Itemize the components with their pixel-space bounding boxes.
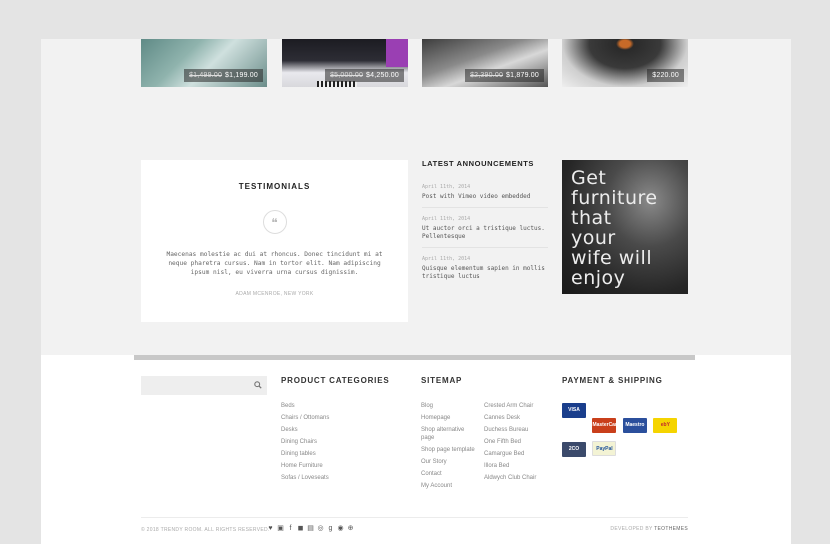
category-link[interactable]: Desks [281, 426, 329, 434]
payment-title: PAYMENT & SHIPPING [562, 376, 663, 385]
dribbble-icon[interactable]: ◎ [317, 525, 324, 533]
sitemap-link[interactable]: Crested Arm Chair [484, 402, 544, 410]
old-price: $1,499.00 [189, 72, 223, 79]
footer: PRODUCT CATEGORIES Beds Chairs / Ottoman… [41, 355, 791, 544]
current-price: $4,250.00 [366, 72, 399, 79]
google-plus-icon[interactable]: g [327, 525, 334, 533]
search-input[interactable] [141, 378, 241, 397]
flickr-icon[interactable]: ◼ [297, 525, 304, 533]
promo-banner[interactable]: Get furniture that your wife will enjoy [562, 160, 688, 294]
category-link[interactable]: Dining tables [281, 450, 329, 458]
twitter-icon[interactable]: ♥ [267, 525, 274, 533]
developer-link[interactable]: TEOTHEMES [654, 526, 688, 532]
sitemap-link[interactable]: My Account [421, 482, 477, 490]
price-tag: $1,499.00 $1,199.00 [184, 69, 263, 82]
announcement-item[interactable]: April 11th, 2014 Post with Vimeo video e… [422, 176, 548, 208]
rss-icon[interactable]: ◉ [337, 525, 344, 533]
sitemap-list: Crested Arm Chair Cannes Desk Duchess Bu… [484, 402, 544, 486]
promo-line: Get [571, 167, 607, 189]
footer-divider [134, 355, 695, 360]
sitemap-link[interactable]: Homepage [421, 414, 477, 422]
announcement-date: April 11th, 2014 [422, 216, 471, 222]
sitemap-link[interactable]: Shop page template [421, 446, 477, 454]
quote-icon: ❝ [262, 210, 287, 234]
maestro-icon: Maestro [622, 418, 647, 433]
sitemap-link[interactable]: Aldwych Club Chair [484, 474, 544, 482]
testimonials-title: TESTIMONIALS [238, 182, 311, 191]
announcements-widget: LATEST ANNOUNCEMENTS April 11th, 2014 Po… [422, 159, 548, 287]
sitemap-title: SITEMAP [421, 376, 463, 385]
announcement-link[interactable]: Post with Vimeo video embedded [422, 193, 548, 201]
instagram-icon[interactable]: ▣ [277, 525, 284, 533]
promo-line: your [571, 227, 616, 249]
paypal-icon: PayPal [592, 441, 617, 456]
mastercard-icon: MasterCard [592, 418, 620, 433]
developed-by-label: DEVELOPED BY [610, 526, 653, 532]
category-link[interactable]: Beds [281, 402, 329, 410]
developed-by: DEVELOPED BY TEOTHEMES [610, 526, 688, 532]
copyright: © 2018 TRENDY ROOM. ALL RIGHTS RESERVED. [141, 527, 270, 533]
testimonials-widget: TESTIMONIALS ❝ Maecenas molestie ac dui … [141, 160, 408, 322]
payment-methods: VISA Electron MasterCard Maestro ebY 2CO… [562, 403, 682, 461]
testimonial-text: Maecenas molestie ac dui at rhoncus. Don… [166, 251, 383, 276]
product-thumbnail[interactable]: $220.00 [562, 39, 688, 87]
category-link[interactable]: Home Furniture [281, 462, 329, 470]
2co-icon: 2CO [562, 442, 586, 457]
announcement-item[interactable]: April 11th, 2014 Ut auctor orci a tristi… [422, 208, 548, 248]
sitemap-link[interactable]: One Fifth Bed [484, 438, 544, 446]
category-link[interactable]: Dining Chairs [281, 438, 329, 446]
product-categories-title: PRODUCT CATEGORIES [281, 376, 390, 385]
sitemap-link[interactable]: Contact [421, 470, 477, 478]
ebay-icon: ebY [653, 418, 678, 433]
announcement-link[interactable]: Ut auctor orci a tristique luctus. Pelle… [422, 225, 548, 241]
promo-line: wife will [571, 247, 653, 269]
product-categories-list: Beds Chairs / Ottomans Desks Dining Chai… [281, 402, 329, 486]
product-thumbnail[interactable]: $5,000.00 $4,250.00 [282, 39, 408, 87]
sitemap-link[interactable]: Duchess Bureau [484, 426, 544, 434]
visa-electron-icon: VISA Electron [562, 403, 586, 428]
sitemap-link[interactable]: Cannes Desk [484, 414, 544, 422]
category-link[interactable]: Chairs / Ottomans [281, 414, 329, 422]
sitemap-link[interactable]: Camargue Bed [484, 450, 544, 458]
page: $1,499.00 $1,199.00 $5,000.00 $4,250.00 $2… [41, 39, 791, 544]
facebook-icon[interactable]: f [287, 525, 294, 533]
promo-line: that [571, 207, 612, 229]
sitemap-link[interactable]: Illora Bed [484, 462, 544, 470]
promo-line: furniture [571, 187, 658, 209]
announcements-title: LATEST ANNOUNCEMENTS [422, 159, 534, 168]
announcement-date: April 11th, 2014 [422, 256, 471, 262]
sitemap-link[interactable]: Shop alternative page [421, 426, 477, 442]
sitemap-link[interactable]: Our Story [421, 458, 477, 466]
announcement-item[interactable]: April 11th, 2014 Quisque elementum sapie… [422, 248, 548, 287]
product-image-detail [386, 39, 408, 67]
current-price: $1,879.00 [506, 72, 539, 79]
testimonial-author: ADAM MCENROE, NEW YORK [235, 291, 314, 297]
search-icon[interactable] [254, 381, 262, 389]
price-tag: $220.00 [647, 69, 684, 82]
announcement-link[interactable]: Quisque elementum sapien in mollis trist… [422, 265, 548, 281]
current-price: $220.00 [652, 72, 679, 79]
pinterest-icon[interactable]: ⊕ [347, 525, 354, 533]
vimeo-icon[interactable]: ▤ [307, 525, 314, 533]
sitemap-list: Blog Homepage Shop alternative page Shop… [421, 402, 477, 494]
announcement-date: April 11th, 2014 [422, 184, 471, 190]
current-price: $1,199.00 [225, 72, 258, 79]
old-price: $2,390.00 [470, 72, 504, 79]
product-thumbnail[interactable]: $2,390.00 $1,879.00 [422, 39, 548, 87]
sitemap-link[interactable]: Blog [421, 402, 477, 410]
search-box[interactable] [141, 376, 267, 397]
product-thumbnail[interactable]: $1,499.00 $1,199.00 [141, 39, 267, 87]
old-price: $5,000.00 [330, 72, 364, 79]
social-links: ♥ ▣ f ◼ ▤ ◎ g ◉ ⊕ [267, 525, 354, 533]
promo-line: enjoy [571, 267, 626, 289]
footer-rule [141, 517, 688, 518]
price-tag: $5,000.00 $4,250.00 [325, 69, 404, 82]
price-tag: $2,390.00 $1,879.00 [465, 69, 544, 82]
category-link[interactable]: Sofas / Loveseats [281, 474, 329, 482]
